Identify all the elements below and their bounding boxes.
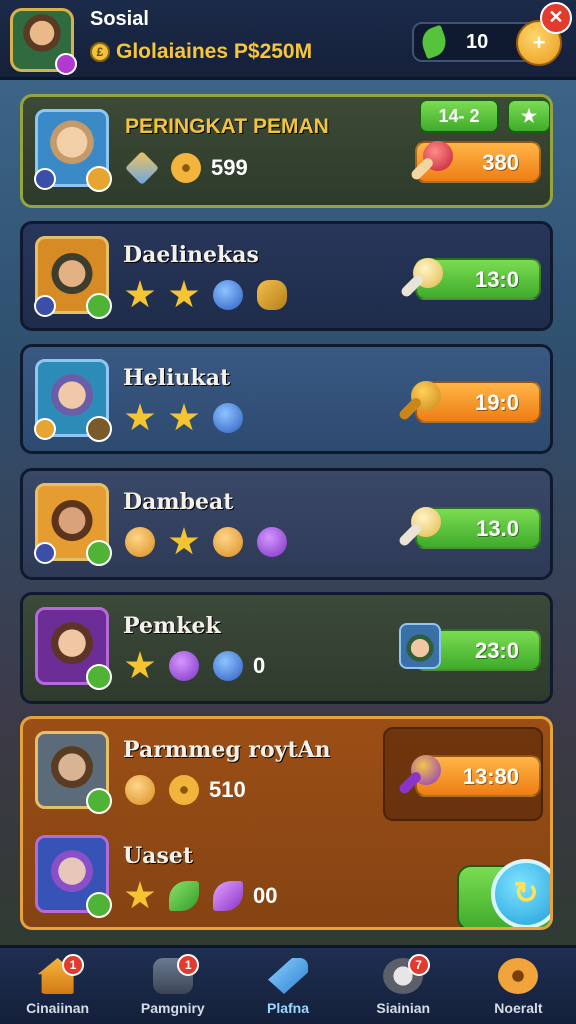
player-name: PERINGKAT PEMAN [125,115,329,138]
star-icon [125,651,155,679]
star-icon [169,403,199,431]
prize-pool-text: Glolaiaines P$250M [116,40,313,63]
notification-badge: 1 [62,954,84,976]
star-icon [169,280,199,308]
gear-badge-icon [86,293,112,319]
gear-badge-icon [86,788,112,814]
player-portrait [34,109,112,192]
character-icon [399,623,441,669]
close-button[interactable]: ✕ [540,2,572,34]
notification-badge: 7 [407,954,430,976]
gear-badge-icon [86,664,112,690]
player-name: Parmmeg roytAn [123,737,331,763]
player-name: Dambeat [123,489,234,515]
player-portrait [34,359,112,442]
nav-label: Noeralt [494,1000,543,1016]
ice-cream-icon [397,507,441,551]
player-portrait [34,483,112,566]
claim-action-button[interactable]: ↻ [457,859,550,927]
coin-bag-icon [125,775,155,805]
notification-badge: 1 [177,954,200,976]
currency-amount: 10 [466,30,489,53]
player-name: Daelinekas [123,242,259,268]
player-resources: 599 [125,151,248,185]
gem-cube-icon [125,151,159,185]
favorite-star-button[interactable]: ★ [507,99,550,133]
player-resources: 00 [125,881,277,911]
leaderboard-row[interactable]: PERINGKAT PEMAN 599 14- 2 ★ 380 [20,94,553,208]
purple-gem-icon [257,527,287,557]
leaderboard-row[interactable]: Heliukat 19:0 [20,344,553,454]
rank-badge-icon [34,542,56,564]
paintbrush-icon [409,141,453,185]
level-tag[interactable]: 14- 2 [419,99,499,133]
gear-badge-icon [86,166,112,192]
player-portrait [35,835,112,918]
green-leaf-icon [169,881,199,911]
brush-icon [257,280,287,310]
rank-badge-icon [34,418,56,440]
gear-badge-icon [86,892,112,918]
leaderboard-row[interactable]: Pemkek 0 23:0 [20,592,553,704]
coin-bag-icon [125,527,155,557]
nav-home[interactable]: 1 Cinaiinan [0,948,115,1024]
nav-play[interactable]: Plafna [230,948,345,1024]
player-resources [125,403,243,433]
player-name: Uaset [123,843,193,869]
rank-badge-icon [34,168,56,190]
player-avatar[interactable] [10,8,77,75]
nav-ranking[interactable]: 1 Pamgniry [115,948,230,1024]
magic-wand-icon [397,755,441,799]
level-badge-icon [55,53,77,75]
nav-label: Siainian [376,1000,431,1016]
play-arrow-icon [268,958,308,994]
purple-leaf-icon [213,881,243,911]
player-name: Heliukat [123,365,231,391]
top-bar: Sosial £ Glolaiaines P$250M 10 + ✕ [0,0,576,80]
leaderboard-row[interactable]: Daelinekas 13:0 [20,221,553,331]
player-resources [125,280,287,310]
screen-title: Sosial [90,8,149,30]
settings-gear-icon [498,958,539,994]
star-icon [125,280,155,308]
crossed-tools-icon [86,416,112,442]
purple-gem-icon [169,651,199,681]
bottom-nav: 1 Cinaiinan 1 Pamgniry Plafna 7 Siainian… [0,945,576,1024]
player-portrait [35,607,112,690]
coin-icon: £ [90,42,110,62]
coin-bag-icon [213,527,243,557]
player-resources: 0 [125,651,265,681]
blue-gem-icon [213,403,243,433]
nav-label: Plafna [267,1000,310,1016]
player-stat: 510 [209,777,246,802]
player-stat: 599 [211,155,248,180]
refresh-icon: ↻ [491,859,550,927]
gear-badge-icon [86,540,112,566]
nav-label: Pamgniry [140,1000,205,1016]
blue-leaf-icon [213,651,243,681]
shovel-icon [397,381,441,425]
star-icon [125,403,155,431]
nav-settings[interactable]: Noeralt [461,948,576,1024]
leaderboard-row[interactable]: Dambeat 13.0 [20,468,553,580]
player-resources [125,527,287,557]
prize-pool-label: £ Glolaiaines P$250M [90,40,312,64]
player-portrait [35,731,112,814]
star-icon [125,881,155,909]
star-icon [169,527,199,555]
nav-label: Cinaiinan [26,1000,90,1016]
rank-badge-icon [34,295,56,317]
player-name: Pemkek [123,613,221,639]
leaf-currency-icon [417,24,451,60]
highlighted-row[interactable]: Parmmeg roytAn 510 13:80 Uaset 00 ↻ [20,716,553,930]
player-stat: 00 [253,883,278,908]
player-resources: 510 [125,775,246,805]
player-portrait [34,236,112,319]
nav-social[interactable]: 7 Siainian [346,948,461,1024]
gear-icon [171,153,201,183]
gear-icon [169,775,199,805]
ice-cream-icon [399,258,443,302]
player-stat: 0 [253,653,266,678]
blue-gem-icon [213,280,243,310]
